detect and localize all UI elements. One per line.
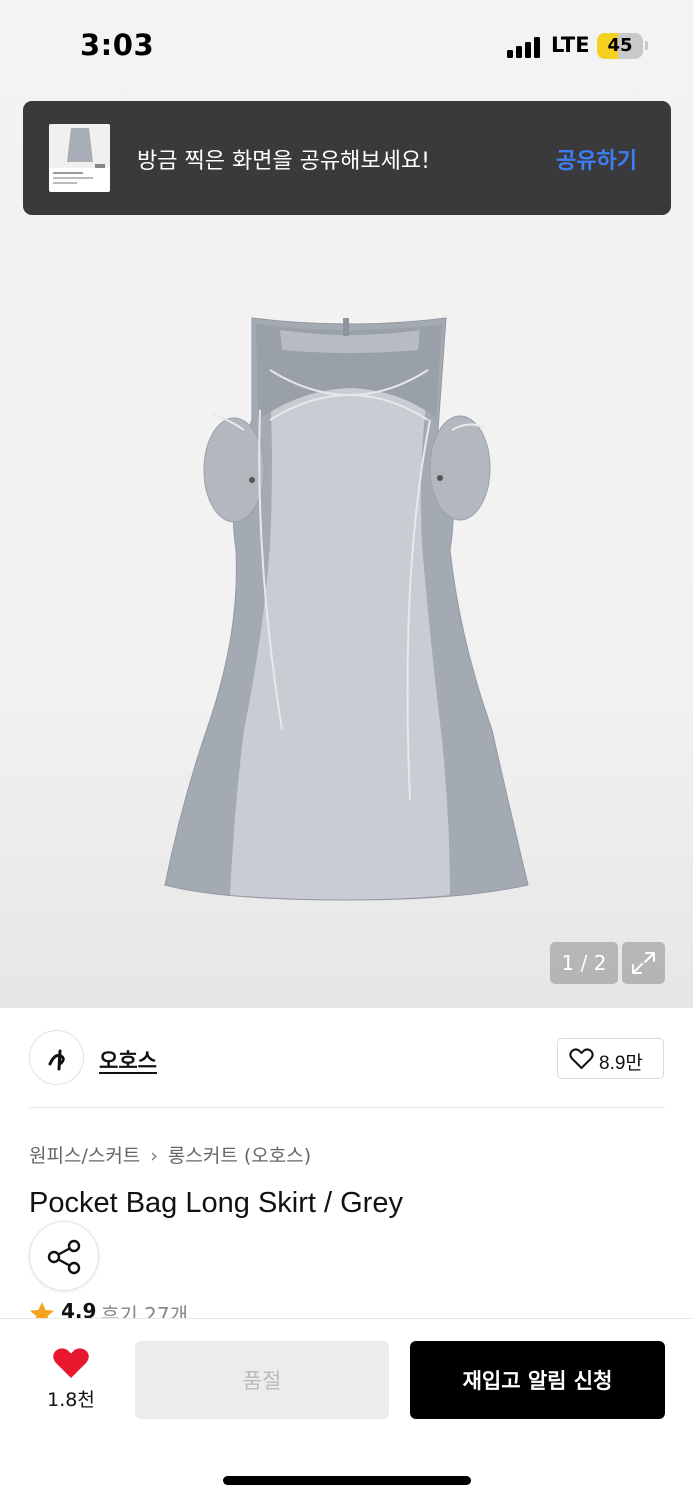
share-icon bbox=[47, 1239, 81, 1275]
share-now-button[interactable]: 공유하기 bbox=[556, 143, 637, 175]
product-title: Pocket Bag Long Skirt / Grey bbox=[29, 1187, 403, 1219]
share-button[interactable] bbox=[29, 1221, 99, 1291]
review-count: 후기 27개 bbox=[101, 1303, 189, 1319]
share-toast: 방금 찍은 화면을 공유해보세요! 공유하기 bbox=[23, 101, 671, 215]
product-image bbox=[164, 317, 529, 901]
breadcrumb-subcategory[interactable]: 롱스커트 (오호스) bbox=[168, 1145, 311, 1167]
star-icon bbox=[30, 1302, 54, 1319]
restock-alert-button[interactable]: 재입고 알림 신청 bbox=[410, 1341, 665, 1419]
toast-message: 방금 찍은 화면을 공유해보세요! bbox=[137, 149, 430, 174]
brand-logo[interactable] bbox=[29, 1030, 84, 1085]
battery-tip bbox=[645, 41, 648, 50]
home-indicator bbox=[223, 1476, 471, 1485]
screenshot-thumbnail[interactable] bbox=[49, 124, 110, 192]
battery-level: 45 bbox=[607, 35, 633, 56]
wishlist-count: 1.8천 bbox=[47, 1389, 95, 1411]
brand-logo-icon bbox=[48, 1049, 65, 1071]
image-pager: 1 / 2 bbox=[550, 942, 618, 984]
brand-like-button[interactable]: 8.9만 bbox=[557, 1038, 664, 1079]
breadcrumb-category[interactable]: 원피스/스커트 bbox=[29, 1145, 140, 1167]
heart-filled-icon bbox=[53, 1348, 89, 1378]
expand-icon bbox=[632, 952, 655, 974]
bottom-action-bar: 1.8천 품절 재입고 알림 신청 bbox=[0, 1318, 693, 1500]
screenshot-thumbnail-image bbox=[49, 124, 110, 184]
status-time: 3:03 bbox=[80, 28, 155, 62]
divider bbox=[29, 1107, 665, 1108]
heart-outline-icon bbox=[569, 1048, 594, 1069]
battery-icon: 45 bbox=[597, 33, 643, 59]
signal-icon bbox=[507, 36, 543, 58]
brand-like-count: 8.9만 bbox=[599, 1053, 643, 1074]
breadcrumb: 원피스/스커트 › 롱스커트 (오호스) bbox=[29, 1141, 311, 1168]
expand-image-button[interactable] bbox=[622, 942, 665, 984]
rating-row[interactable]: 4.9 후기 27개 bbox=[29, 1299, 329, 1319]
chevron-right-icon: › bbox=[150, 1145, 158, 1167]
brand-name-link[interactable]: 오호스 bbox=[99, 1045, 157, 1075]
rating-score: 4.9 bbox=[61, 1299, 97, 1319]
wishlist-button[interactable]: 1.8천 bbox=[38, 1347, 104, 1411]
soldout-button[interactable]: 품절 bbox=[135, 1341, 389, 1419]
status-bar: 3:03 LTE 45 bbox=[0, 0, 693, 92]
network-type: LTE bbox=[551, 33, 590, 57]
